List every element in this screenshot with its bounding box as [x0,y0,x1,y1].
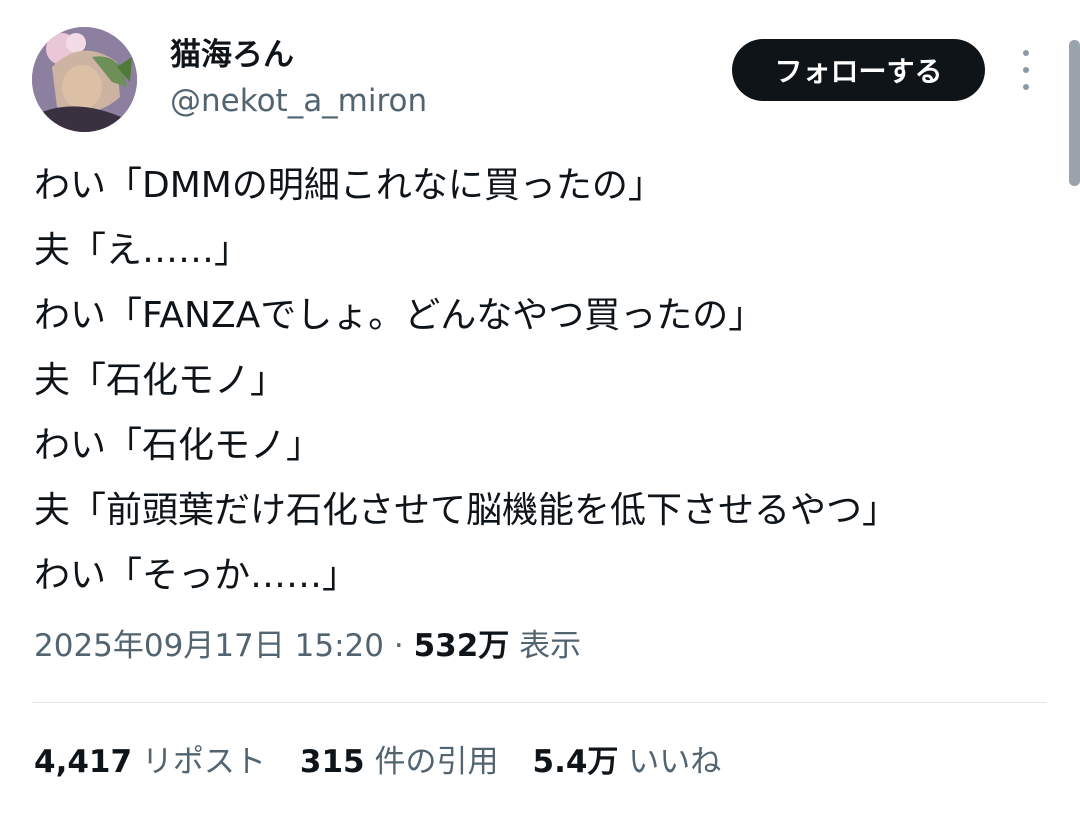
likes-label: いいね [628,744,722,780]
quotes-label: 件の引用 [374,744,499,780]
tweet-text: わい「DMMの明細これなに買ったの」 夫「え……」 わい「FANZAでしょ。どん… [34,153,1054,608]
meta-separator: · [393,628,404,664]
tweet-text-line: わい「FANZAでしょ。どんなやつ買ったの」 [34,295,765,336]
likes-count: 5.4万 [532,744,619,780]
divider [32,702,1047,703]
more-dot [1023,84,1029,90]
avatar[interactable] [32,27,137,132]
engagement-stats: 4,417 リポスト 315 件の引用 5.4万 いいね [34,740,755,784]
views-label: 表示 [519,628,582,664]
views-count: 532万 [413,628,510,664]
scrollbar-thumb[interactable] [1069,40,1080,186]
tweet-meta: 2025年09月17日 15:20 · 532万 表示 [34,624,581,668]
reposts-stat[interactable]: 4,417 リポスト [34,740,266,784]
tweet-text-line: 夫「石化モノ」 [34,360,287,401]
tweet-text-line: 夫「え……」 [34,230,251,271]
timestamp[interactable]: 2025年09月17日 15:20 [34,628,384,664]
tweet-text-line: 夫「前頭葉だけ石化させて脳機能を低下させるやつ」 [34,490,899,531]
more-vertical-icon[interactable] [1014,50,1038,90]
avatar-image [32,27,137,132]
display-name[interactable]: 猫海ろん [170,34,294,76]
reposts-label: リポスト [141,744,266,780]
more-dot [1023,50,1029,56]
follow-button[interactable]: フォローする [732,39,985,101]
tweet-detail: 猫海ろん @nekot_a_miron フォローする わい「DMMの明細これなに… [0,0,1080,814]
user-handle[interactable]: @nekot_a_miron [170,80,427,122]
tweet-text-line: わい「石化モノ」 [34,425,323,466]
tweet-text-line: わい「そっか……」 [34,555,359,596]
quotes-count: 315 [299,744,365,780]
reposts-count: 4,417 [34,744,133,780]
more-dot [1023,67,1029,73]
tweet-text-line: わい「DMMの明細これなに買ったの」 [34,165,664,206]
quotes-stat[interactable]: 315 件の引用 [300,740,499,784]
likes-stat[interactable]: 5.4万 いいね [533,740,722,784]
